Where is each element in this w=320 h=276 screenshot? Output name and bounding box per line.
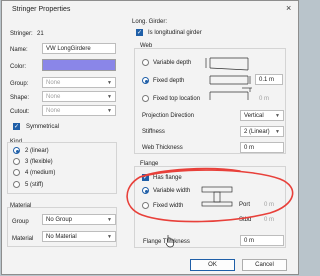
fixed-depth-input[interactable]: 0.1 m (255, 74, 283, 85)
web-depth-diagram (205, 57, 252, 100)
material-group-select[interactable]: No Group ▼ (42, 214, 116, 225)
kind-radio-3[interactable] (13, 158, 20, 165)
stringer-label: Stringer: (10, 31, 33, 37)
is-longitudinal-label: Is longitudinal girder (148, 30, 202, 36)
kind-group (7, 142, 117, 194)
variable-depth-radio[interactable] (142, 59, 149, 66)
cutout-label: Cutout: (10, 109, 30, 115)
flange-thickness-input[interactable]: 0 m (240, 235, 284, 246)
ok-button[interactable]: OK (190, 259, 235, 271)
stringer-properties-dialog: Stringer Properties × Stringer: 21 Name:… (1, 0, 299, 275)
chevron-down-icon: ▼ (107, 234, 112, 240)
kind-option-label: 5 (stiff) (25, 182, 44, 188)
symmetrical-label: Symmetrical (26, 124, 60, 130)
dialog-title: Stringer Properties (12, 6, 71, 13)
highlight-circle-annotation (126, 167, 294, 223)
stiffness-select[interactable]: 2 (Linear) ▼ (240, 126, 284, 137)
fixed-depth-radio[interactable] (142, 77, 149, 84)
stringer-number: 21 (37, 31, 44, 37)
kind-radio-5[interactable] (13, 181, 20, 188)
kind-option-label: 2 (linear) (25, 148, 49, 154)
chevron-down-icon: ▼ (275, 113, 280, 119)
name-input[interactable]: VW LongGirdere (42, 43, 116, 54)
fixed-top-radio[interactable] (142, 95, 149, 102)
projection-select-value: Vertical (244, 113, 264, 119)
projection-label: Projection Direction (142, 113, 195, 119)
group-select[interactable]: None ▼ (42, 77, 116, 88)
material-select[interactable]: No Material ▼ (42, 231, 116, 242)
is-longitudinal-checkbox[interactable]: ✓ (136, 29, 143, 36)
shape-select-value: None (46, 94, 61, 100)
projection-select[interactable]: Vertical ▼ (240, 110, 284, 121)
cutout-select[interactable]: None ▼ (42, 105, 116, 116)
chevron-down-icon: ▼ (275, 129, 280, 135)
kind-option-label: 4 (medium) (25, 170, 56, 176)
chevron-down-icon: ▼ (107, 80, 112, 86)
material-group-select-value: No Group (46, 217, 73, 223)
fixed-top-value: 0 m (259, 96, 270, 102)
cutout-select-value: None (46, 108, 61, 114)
stiffness-select-value: 2 (Linear) (244, 129, 270, 135)
material-label: Material (12, 236, 34, 242)
long-girder-title: Long. Girder: (132, 19, 168, 25)
shape-select[interactable]: None ▼ (42, 91, 116, 102)
fixed-depth-label: Fixed depth (153, 78, 185, 84)
group-label: Group: (10, 81, 29, 87)
close-icon[interactable]: × (286, 4, 291, 13)
web-thickness-label: Web Thickness (142, 145, 183, 151)
chevron-down-icon: ▼ (107, 94, 112, 100)
symmetrical-checkbox[interactable]: ✓ (13, 123, 20, 130)
color-label: Color: (10, 64, 27, 70)
chevron-down-icon: ▼ (107, 217, 112, 223)
web-thickness-input[interactable]: 0 m (240, 142, 284, 153)
group-select-value: None (46, 80, 61, 86)
cancel-button[interactable]: Cancel (242, 259, 287, 271)
cursor-pointer-icon (165, 235, 174, 248)
kind-option-label: 3 (flexible) (25, 159, 53, 165)
chevron-down-icon: ▼ (107, 108, 112, 114)
shape-label: Shape: (10, 95, 30, 101)
material-select-value: No Material (46, 234, 77, 240)
kind-radio-2[interactable] (13, 147, 20, 154)
kind-radio-4[interactable] (13, 169, 20, 176)
stiffness-label: Stiffness (142, 129, 165, 135)
variable-depth-label: Variable depth (153, 60, 192, 66)
color-swatch[interactable] (42, 59, 116, 71)
fixed-top-label: Fixed top location (153, 96, 201, 102)
material-group-label: Group (12, 219, 29, 225)
name-label: Name: (10, 47, 28, 53)
